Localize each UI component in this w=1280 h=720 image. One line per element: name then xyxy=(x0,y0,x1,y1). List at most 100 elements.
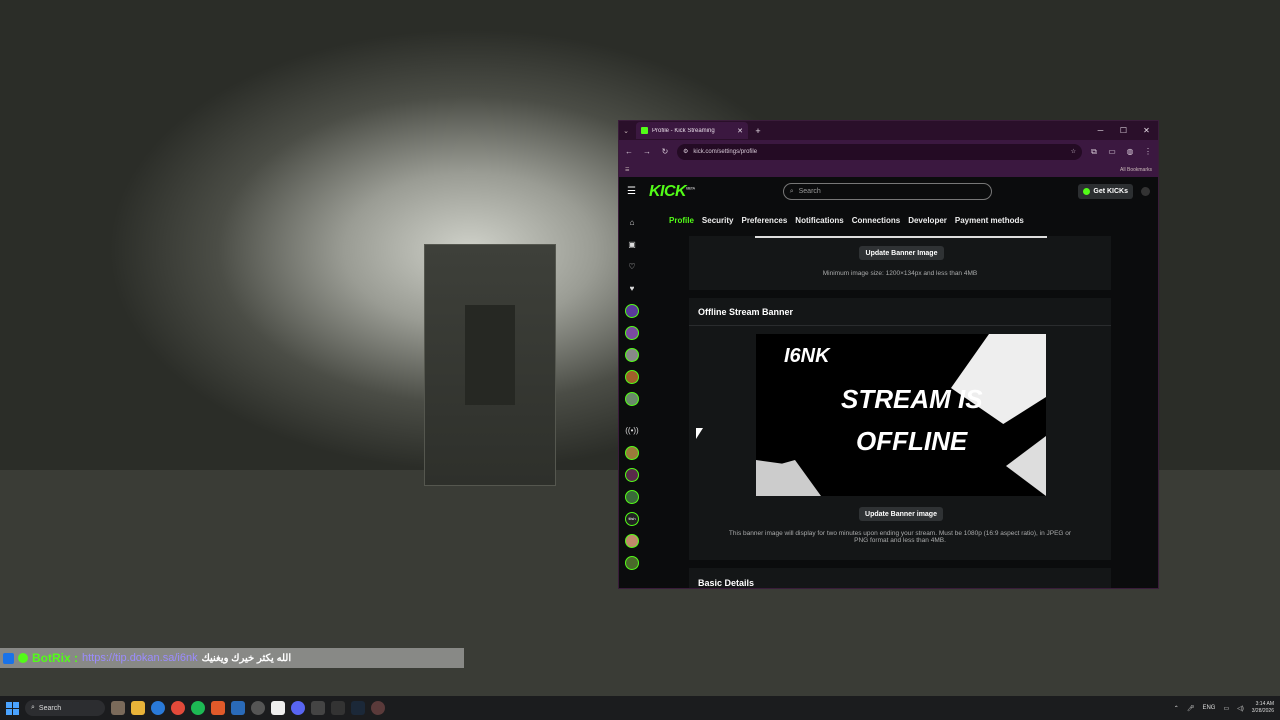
offline-banner-card: Offline Stream Banner I6NK STREAM IS OFF… xyxy=(689,298,1111,560)
get-kicks-button[interactable]: Get KICKs xyxy=(1078,184,1133,199)
heart-icon[interactable]: ♥ xyxy=(630,280,635,298)
chat-link[interactable]: https://tip.dokan.sa/i6nk xyxy=(82,652,198,664)
channel-avatar[interactable] xyxy=(625,370,639,384)
chrome-icon[interactable] xyxy=(171,701,185,715)
channel-avatar[interactable] xyxy=(625,556,639,570)
chat-message: الله يكثر خيرك ويغنيك xyxy=(201,652,292,664)
search-input[interactable]: ⌕ Search xyxy=(782,183,992,200)
tab-profile[interactable]: Profile xyxy=(669,216,694,225)
tray-chevron-icon[interactable]: ⌃ xyxy=(1174,705,1179,712)
tab-developer[interactable]: Developer xyxy=(908,216,947,225)
user-avatar[interactable] xyxy=(1141,187,1150,196)
channel-avatar[interactable] xyxy=(625,392,639,406)
tab-preferences[interactable]: Preferences xyxy=(741,216,787,225)
address-bar-row: ← → ↻ ⚙ kick.com/settings/profile ☆ ⧉ ▭ … xyxy=(619,140,1158,163)
windows-start-icon[interactable] xyxy=(6,701,19,715)
steam-icon[interactable] xyxy=(351,701,365,715)
offline-banner-note: This banner image will display for two m… xyxy=(728,530,1072,544)
tab-notifications[interactable]: Notifications xyxy=(795,216,843,225)
volume-icon[interactable]: ◁) xyxy=(1237,705,1244,712)
menu-icon[interactable]: ⋮ xyxy=(1142,147,1154,156)
url-text: kick.com/settings/profile xyxy=(693,148,758,155)
browse-icon[interactable]: ▣ xyxy=(628,236,636,254)
hamburger-icon[interactable]: ☰ xyxy=(627,186,641,197)
minimize-button[interactable]: ─ xyxy=(1089,126,1112,135)
kick-favicon-icon xyxy=(641,127,648,134)
file-explorer-icon[interactable] xyxy=(131,701,145,715)
basic-details-card: Basic Details xyxy=(689,568,1111,588)
profile-banner-card: Update Banner Image Minimum image size: … xyxy=(689,236,1111,290)
search-icon: ⌕ xyxy=(31,704,35,711)
mic-icon[interactable]: 🎤︎ xyxy=(1187,705,1195,712)
profile-icon[interactable]: ◍ xyxy=(1124,147,1136,156)
settings-content: Update Banner Image Minimum image size: … xyxy=(689,236,1111,588)
settings-tabs: Profile Security Preferences Notificatio… xyxy=(669,216,1024,225)
apps-icon[interactable]: ☰ xyxy=(625,167,629,173)
update-offline-banner-button[interactable]: Update Banner image xyxy=(859,507,943,521)
following-icon[interactable]: ♡ xyxy=(628,258,635,276)
banner-handle-text: I6NK xyxy=(784,345,830,367)
kicks-icon xyxy=(1083,188,1091,195)
url-input[interactable]: ⚙ kick.com/settings/profile ☆ xyxy=(677,143,1082,160)
kick-logo[interactable]: KICKBETA xyxy=(649,183,695,201)
back-icon[interactable]: ← xyxy=(623,147,635,156)
channel-avatar[interactable] xyxy=(625,490,639,504)
system-tray: ⌃ 🎤︎ ENG ▭ ◁) 3:14 AM 3/28/2026 xyxy=(1174,701,1274,715)
channel-avatar[interactable] xyxy=(625,304,639,318)
obs-icon[interactable] xyxy=(311,701,325,715)
network-icon[interactable]: ▭ xyxy=(1223,705,1229,712)
verified-badge-icon xyxy=(18,653,28,663)
app-icon[interactable] xyxy=(231,701,245,715)
clock[interactable]: 3:14 AM 3/28/2026 xyxy=(1252,701,1274,715)
terminal-icon[interactable] xyxy=(331,701,345,715)
background-door xyxy=(424,244,556,486)
language-indicator[interactable]: ENG xyxy=(1202,705,1215,711)
all-bookmarks[interactable]: All Bookmarks xyxy=(1120,167,1152,173)
home-icon[interactable]: ⌂ xyxy=(630,214,635,232)
extensions-icon[interactable]: ⧉ xyxy=(1088,147,1100,157)
window-controls: ─ ☐ ✕ xyxy=(1089,126,1158,135)
channel-avatar[interactable] xyxy=(625,468,639,482)
channel-avatar-tlish[interactable]: tlish xyxy=(625,512,639,526)
channel-avatar[interactable] xyxy=(625,326,639,340)
tab-close-icon[interactable]: ✕ xyxy=(737,127,743,135)
kick-sidebar: ⌂ ▣ ♡ ♥ ((•)) tlish xyxy=(619,206,645,588)
bookmark-star-icon[interactable]: ☆ xyxy=(1071,148,1076,155)
offline-banner-title: Offline Stream Banner xyxy=(698,307,794,317)
widget-icon[interactable] xyxy=(111,701,125,715)
taskbar-search-label: Search xyxy=(38,704,62,712)
browser-tab[interactable]: Profile - Kick Streaming ✕ xyxy=(636,122,748,139)
channel-avatar[interactable] xyxy=(625,446,639,460)
forward-icon[interactable]: → xyxy=(641,147,653,156)
update-banner-button[interactable]: Update Banner Image xyxy=(859,246,944,260)
chat-overlay: BotRix : https://tip.dokan.sa/i6nk الله … xyxy=(0,648,464,668)
clock-date: 3/28/2026 xyxy=(1251,708,1274,714)
tab-security[interactable]: Security xyxy=(702,216,734,225)
new-tab-button[interactable]: + xyxy=(750,126,766,136)
taskbar-search[interactable]: ⌕ Search xyxy=(25,700,105,716)
bot-badge-icon xyxy=(3,652,14,664)
tab-connections[interactable]: Connections xyxy=(852,216,900,225)
profile-banner-image xyxy=(755,236,1047,238)
maximize-button[interactable]: ☐ xyxy=(1112,126,1135,135)
banner-graphic-triangle xyxy=(1006,436,1046,496)
spotify-icon[interactable] xyxy=(191,701,205,715)
tab-payment-methods[interactable]: Payment methods xyxy=(955,216,1024,225)
cast-icon[interactable]: ▭ xyxy=(1106,147,1118,156)
settings-icon[interactable] xyxy=(251,701,265,715)
app-icon[interactable] xyxy=(371,701,385,715)
channel-avatar[interactable] xyxy=(625,348,639,362)
edge-icon[interactable] xyxy=(151,701,165,715)
close-window-button[interactable]: ✕ xyxy=(1135,126,1158,135)
channel-avatar[interactable] xyxy=(625,534,639,548)
get-kicks-label: Get KICKs xyxy=(1093,188,1128,195)
banner-graphic-torn xyxy=(756,460,821,496)
card-divider xyxy=(689,325,1111,326)
app-icon[interactable] xyxy=(271,701,285,715)
site-info-icon[interactable]: ⚙ xyxy=(683,148,688,155)
search-icon: ⌕ xyxy=(789,187,794,195)
reload-icon[interactable]: ↻ xyxy=(659,147,671,156)
tab-search-icon[interactable]: ⌄ xyxy=(619,127,633,135)
discord-icon[interactable] xyxy=(291,701,305,715)
brave-icon[interactable] xyxy=(211,701,225,715)
